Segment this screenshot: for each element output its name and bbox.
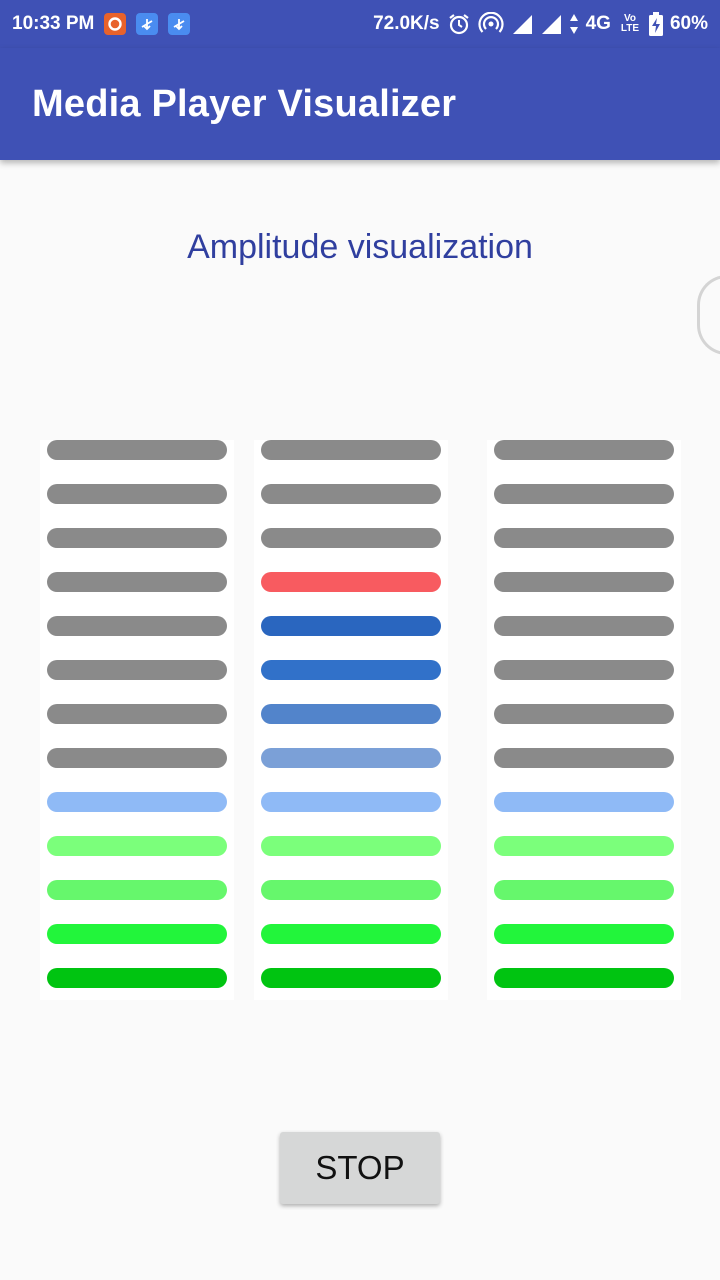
status-right: 72.0K/s 4G Vo LTE 60% [373, 12, 708, 36]
visualizer-bar [494, 572, 674, 592]
visualizer-bar [261, 968, 441, 988]
visualizer-bar [261, 616, 441, 636]
visualizer-bar [494, 484, 674, 504]
visualizer-bar [47, 968, 227, 988]
hotspot-icon [478, 12, 504, 33]
visualizer-bar [261, 924, 441, 944]
visualizer-bar [494, 924, 674, 944]
notification-app-icon [104, 13, 127, 35]
notification-download-icon [136, 13, 159, 35]
visualizer-bar [494, 704, 674, 724]
clock: 10:33 PM [12, 13, 95, 34]
visualizer-bar [47, 748, 227, 768]
visualizer-bar [47, 528, 227, 548]
visualizer-bar [47, 924, 227, 944]
network-speed: 72.0K/s [373, 13, 440, 34]
visualizer-bar [47, 792, 227, 812]
visualizer-column-center [254, 440, 448, 1000]
edge-panel-handle[interactable] [697, 275, 720, 355]
visualizer-bar [261, 748, 441, 768]
visualizer-bar [494, 880, 674, 900]
visualizer-bar [494, 660, 674, 680]
battery-level: 60% [669, 13, 708, 34]
visualizer-bar [47, 836, 227, 856]
visualizer-bar [494, 968, 674, 988]
visualizer-bar [261, 792, 441, 812]
visualizer-bar [261, 704, 441, 724]
visualizer-bar [494, 836, 674, 856]
visualizer-bar [494, 616, 674, 636]
network-type: 4G [585, 13, 611, 34]
stop-button[interactable]: STOP [280, 1132, 440, 1204]
visualizer-bar [47, 572, 227, 592]
visualizer-bar [47, 440, 227, 460]
visualization-heading: Amplitude visualization [187, 228, 533, 266]
signal-icon [512, 15, 532, 34]
visualizer-bar [261, 880, 441, 900]
visualizer-bar [494, 792, 674, 812]
status-bar: 10:33 PM 72.0K/s 4G Vo LTE 60% [0, 0, 720, 48]
visualizer-bar [261, 836, 441, 856]
app-title: Media Player Visualizer [32, 82, 457, 125]
signal-icon-2 [541, 15, 561, 34]
visualizer-bar [261, 440, 441, 460]
visualizer-bar [47, 616, 227, 636]
visualizer-bar [261, 572, 441, 592]
visualizer-column-right [487, 440, 681, 1000]
visualizer-bar [261, 660, 441, 680]
visualizer-bar [494, 748, 674, 768]
visualizer-bar [494, 528, 674, 548]
battery-icon [648, 12, 663, 36]
app-bar: Media Player Visualizer [0, 48, 720, 160]
visualizer-bar [47, 704, 227, 724]
visualizer-bar [47, 880, 227, 900]
data-arrows-icon [569, 14, 578, 34]
visualizer-bar [47, 660, 227, 680]
visualizer-bar [494, 440, 674, 460]
notification-download-icon-2 [168, 13, 191, 35]
visualizer-column-left [40, 440, 234, 1000]
visualizer-bar [261, 484, 441, 504]
visualizer-bar [261, 528, 441, 548]
visualizer-bar [47, 484, 227, 504]
status-left: 10:33 PM [12, 13, 191, 35]
alarm-icon [448, 14, 469, 35]
volte-indicator: Vo LTE [620, 13, 640, 34]
